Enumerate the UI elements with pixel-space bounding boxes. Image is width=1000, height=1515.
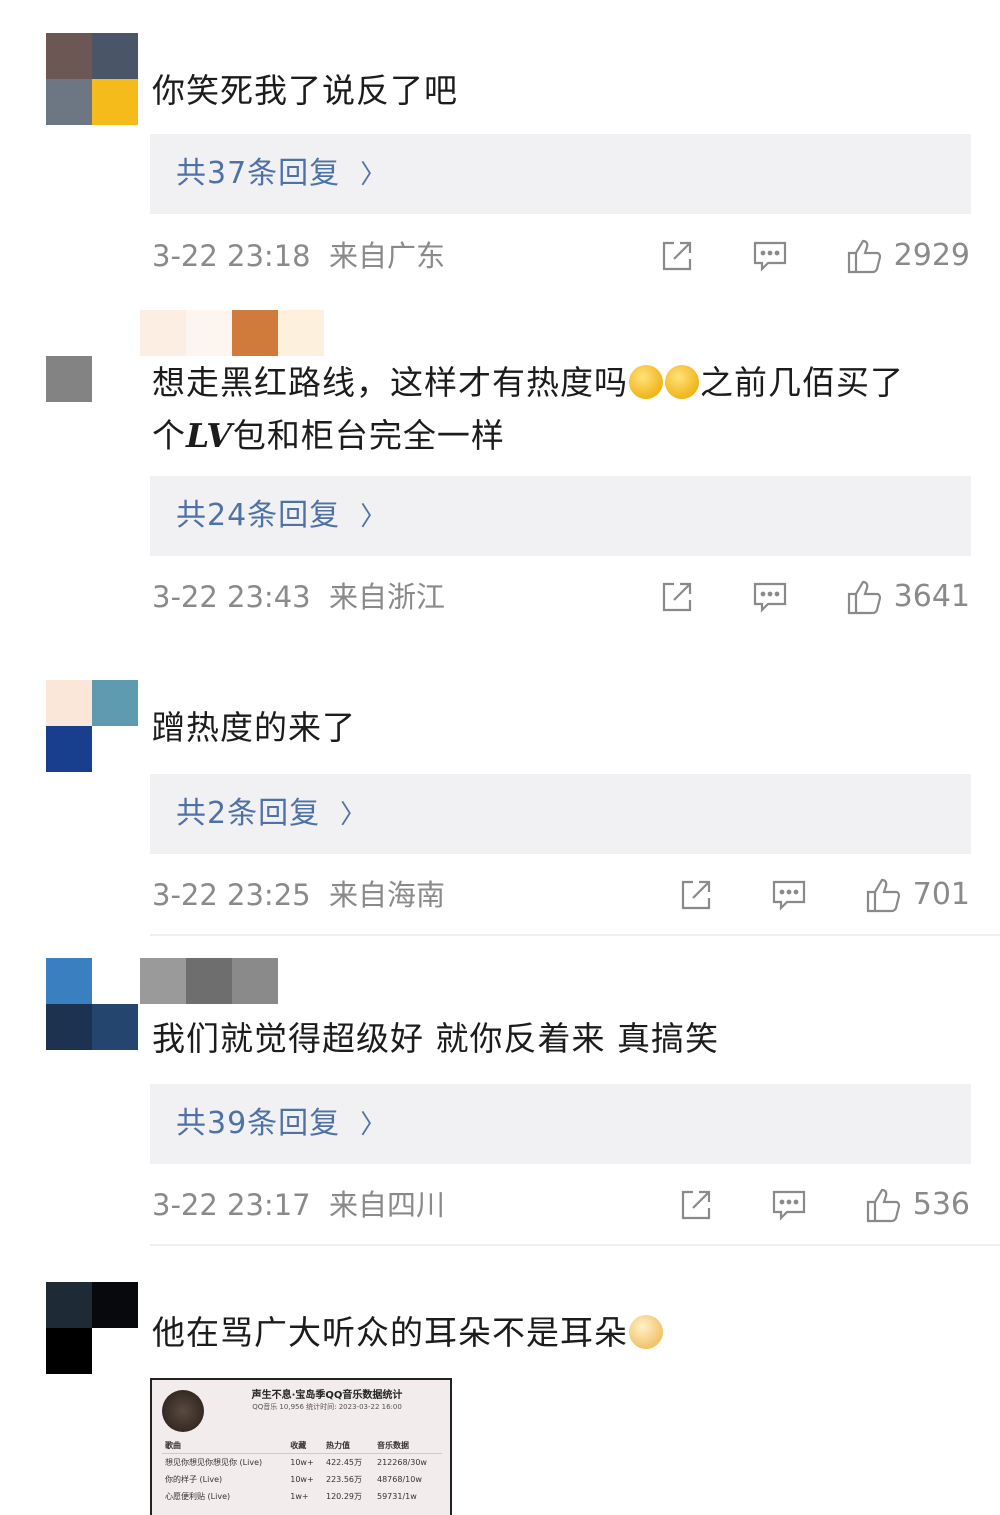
like-button[interactable]: 3641 <box>846 572 970 622</box>
image-title: 声生不息·宝岛季QQ音乐数据统计 <box>251 1390 403 1401</box>
timestamp: 3-22 23:18 <box>152 239 311 273</box>
comment-icon[interactable] <box>771 878 807 912</box>
like-icon <box>866 1188 900 1223</box>
comment-meta: 3-22 23:25 来自海南 701 <box>152 870 970 920</box>
username-blurred[interactable] <box>140 310 324 356</box>
comment-icon[interactable] <box>752 580 788 614</box>
doge-emoji-icon <box>629 1315 663 1349</box>
comment-text: 你笑死我了说反了吧 <box>152 71 458 110</box>
comment-text: 他在骂广大听众的耳朵不是耳朵 <box>152 1306 952 1359</box>
timestamp: 3-22 23:25 <box>152 878 311 912</box>
like-button[interactable]: 536 <box>865 1180 970 1230</box>
image-subtitle: QQ音乐 10,956 统计时间: 2023-03-22 16:00 <box>252 1403 402 1411</box>
reply-count-button[interactable]: 共2条回复〉 <box>150 774 971 854</box>
location: 来自海南 <box>329 878 446 912</box>
timestamp: 3-22 23:43 <box>152 580 311 614</box>
username-blurred[interactable] <box>140 958 278 1004</box>
reply-count-button[interactable]: 共39条回复〉 <box>150 1084 971 1164</box>
comment-5: 他在骂广大听众的耳朵不是耳朵 声生不息·宝岛季QQ音乐数据统计 QQ音乐 10,… <box>0 1250 1000 1515</box>
share-icon[interactable] <box>660 239 694 273</box>
reply-count-label: 共39条回复 <box>176 1106 341 1141</box>
chevron-right-icon: 〉 <box>360 1110 388 1140</box>
like-count: 2929 <box>893 238 970 273</box>
reply-count-button[interactable]: 共24条回复〉 <box>150 476 971 556</box>
sleepy-face-emoji-icon <box>665 365 699 399</box>
reply-count-label: 共24条回复 <box>176 498 341 533</box>
timestamp: 3-22 23:17 <box>152 1188 311 1222</box>
reply-count-button[interactable]: 共37条回复〉 <box>150 134 971 214</box>
avatar[interactable] <box>46 1282 138 1374</box>
like-count: 701 <box>912 877 970 912</box>
chevron-right-icon: 〉 <box>340 800 368 830</box>
like-icon <box>866 878 900 913</box>
location: 来自四川 <box>329 1188 446 1222</box>
chevron-right-icon: 〉 <box>360 160 388 190</box>
comment-meta: 3-22 23:17 来自四川 536 <box>152 1180 970 1230</box>
like-icon <box>847 580 881 615</box>
share-icon[interactable] <box>660 580 694 614</box>
share-icon[interactable] <box>679 878 713 912</box>
comment-icon[interactable] <box>771 1188 807 1222</box>
location: 来自浙江 <box>329 580 446 614</box>
avatar[interactable] <box>46 356 138 448</box>
location: 来自广东 <box>329 239 446 273</box>
comment-text: 想走黑红路线，这样才有热度吗 之前几佰买了 个LV包和柜台完全一样 <box>152 363 904 455</box>
comment-text: 我们就觉得超级好 就你反着来 真搞笑 <box>152 1019 719 1058</box>
avatar[interactable] <box>46 33 138 125</box>
table-row: 你的样子 (Live) 10w+ 223.56万 48768/10w <box>165 1475 422 1484</box>
comment-3: 蹭热度的来了 共2条回复〉 3-22 23:25 来自海南 701 <box>0 640 1000 940</box>
like-button[interactable]: 701 <box>865 870 970 920</box>
avatar[interactable] <box>46 958 138 1050</box>
comment-1: 你笑死我了说反了吧 共37条回复〉 3-22 23:18 来自广东 2929 <box>0 0 1000 290</box>
reply-count-label: 共37条回复 <box>176 156 341 191</box>
sleepy-face-emoji-icon <box>629 365 663 399</box>
comment-meta: 3-22 23:18 来自广东 2929 <box>152 231 970 281</box>
like-icon <box>847 239 881 274</box>
like-button[interactable]: 2929 <box>846 231 970 281</box>
table-row: 想见你想见你想见你 (Live) 10w+ 422.45万 212268/30w <box>165 1458 427 1467</box>
divider <box>150 1244 1000 1246</box>
comment-2: 想走黑红路线，这样才有热度吗 之前几佰买了 个LV包和柜台完全一样 共24条回复〉 … <box>0 290 1000 640</box>
comment-icon[interactable] <box>752 239 788 273</box>
comment-meta: 3-22 23:43 来自浙江 3641 <box>152 572 970 622</box>
like-count: 536 <box>912 1187 970 1222</box>
reply-count-label: 共2条回复 <box>176 796 321 831</box>
divider <box>150 934 1000 936</box>
share-icon[interactable] <box>679 1188 713 1222</box>
stats-table: 歌曲 收藏 热力值 音乐数据 想见你想见你想见你 (Live) 10w+ 422… <box>162 1438 442 1505</box>
logo-icon <box>162 1390 204 1432</box>
table-row: 心愿便利贴 (Live) 1w+ 120.29万 59731/1w <box>165 1492 417 1501</box>
comment-text: 蹭热度的来了 <box>152 708 356 747</box>
attached-image[interactable]: 声生不息·宝岛季QQ音乐数据统计 QQ音乐 10,956 统计时间: 2023-… <box>150 1378 452 1515</box>
chevron-right-icon: 〉 <box>360 502 388 532</box>
comment-4: 我们就觉得超级好 就你反着来 真搞笑 共39条回复〉 3-22 23:17 来自… <box>0 940 1000 1250</box>
avatar[interactable] <box>46 680 138 772</box>
like-count: 3641 <box>893 579 970 614</box>
